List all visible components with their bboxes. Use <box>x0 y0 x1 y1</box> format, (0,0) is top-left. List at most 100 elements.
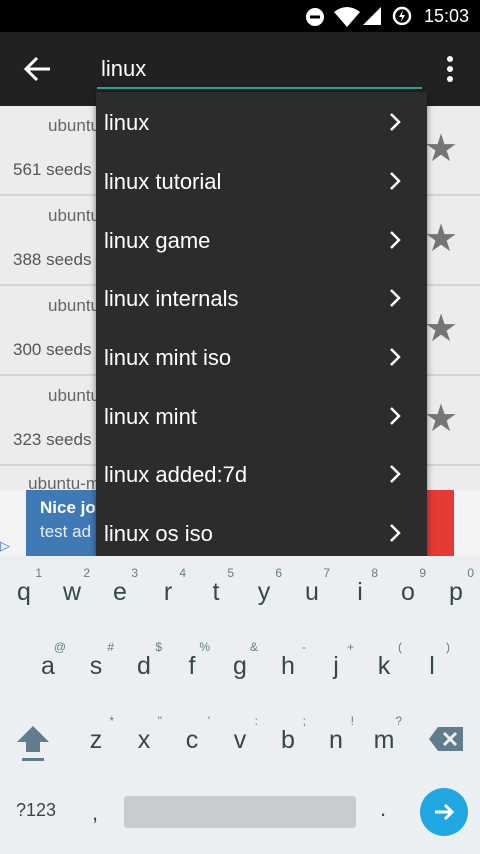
key-label: e <box>113 578 127 606</box>
key-p[interactable]: 0p <box>432 560 480 616</box>
key-s[interactable]: # s <box>72 634 120 690</box>
key-r[interactable]: 4r <box>144 560 192 616</box>
backspace-icon[interactable] <box>428 726 464 752</box>
adchoices-icon[interactable]: ▷ <box>0 538 10 554</box>
suggestion-item[interactable]: linux mint iso <box>96 329 427 387</box>
key-label: f <box>188 652 196 680</box>
star-icon[interactable]: ★ <box>424 400 458 438</box>
star-icon[interactable]: ★ <box>424 130 458 168</box>
key-w[interactable]: 2w <box>48 560 96 616</box>
key-l[interactable]: ) l <box>408 634 456 690</box>
key-label: x <box>137 726 151 754</box>
chevron-right-icon <box>390 524 401 542</box>
suggestion-label: linux os iso <box>104 521 213 546</box>
symbols-key[interactable]: ?123 <box>16 800 56 821</box>
key-v[interactable]: :v <box>216 708 264 764</box>
key-c[interactable]: ' c <box>168 708 216 764</box>
space-bar[interactable] <box>124 796 356 828</box>
suggestion-label: linux mint iso <box>104 345 232 370</box>
torrent-name: ubuntu <box>48 206 100 225</box>
key-label: l <box>429 652 435 680</box>
torrent-name: ubuntu <box>48 386 100 405</box>
key-i[interactable]: 8i <box>336 560 384 616</box>
suggestion-item[interactable]: linux tutorial <box>96 153 427 211</box>
suggestion-label: linux internals <box>104 286 239 311</box>
key-z[interactable]: * z <box>72 708 120 764</box>
key-a[interactable]: @ a <box>24 634 72 690</box>
suggestion-item[interactable]: linux os iso <box>96 505 427 556</box>
suggestion-label: linux game <box>104 228 211 253</box>
status-time: 15:03 <box>423 6 469 26</box>
chevron-right-icon <box>390 289 401 307</box>
wifi-icon <box>334 7 360 27</box>
key-t[interactable]: 5t <box>192 560 240 616</box>
suggestion-label: linux mint <box>104 404 197 429</box>
do-not-disturb-icon <box>306 8 324 26</box>
status-bar: 15:03 <box>0 0 480 32</box>
search-underline <box>97 87 422 89</box>
key-label: r <box>163 578 173 606</box>
back-arrow-icon[interactable] <box>22 52 52 86</box>
torrent-name: ubuntu <box>48 296 100 315</box>
key-y[interactable]: 6y <box>240 560 288 616</box>
suggestion-item[interactable]: linux game <box>96 212 427 270</box>
key-h[interactable]: -h <box>264 634 312 690</box>
torrent-name: ubuntu <box>48 116 100 135</box>
key-label: i <box>357 578 363 606</box>
chevron-right-icon <box>390 407 401 425</box>
seed-count: 561 seeds <box>13 160 92 179</box>
suggestion-item[interactable]: linux mint <box>96 388 427 446</box>
period-key[interactable]: . <box>380 796 386 822</box>
arrow-right-icon <box>435 803 455 821</box>
chevron-right-icon <box>390 348 401 366</box>
enter-button[interactable] <box>420 788 468 836</box>
key-label: p <box>449 578 463 606</box>
ad-description: test ad <box>40 522 92 541</box>
chevron-right-icon <box>390 231 401 249</box>
seed-count: 388 seeds <box>13 250 92 269</box>
shift-icon[interactable] <box>16 724 50 764</box>
more-options-icon[interactable] <box>440 54 460 84</box>
comma-key[interactable]: , <box>92 800 98 826</box>
suggestion-item[interactable]: linux <box>96 94 427 152</box>
key-label: o <box>401 578 415 606</box>
suggestion-label: linux <box>104 110 150 135</box>
battery-saver-icon <box>392 6 412 26</box>
key-label: h <box>281 652 295 680</box>
key-label: t <box>212 578 220 606</box>
star-icon[interactable]: ★ <box>424 220 458 258</box>
key-x[interactable]: " x <box>120 708 168 764</box>
key-label: d <box>137 652 151 680</box>
suggestions-dropdown: linux linux tutorial linux game linux in… <box>96 92 427 556</box>
key-label: m <box>373 726 395 754</box>
key-label: n <box>329 726 343 754</box>
key-d[interactable]: $ d <box>120 634 168 690</box>
key-label: g <box>233 652 247 680</box>
suggestion-item[interactable]: linux added:7d <box>96 446 427 504</box>
soft-keyboard: 1q2w3e4r5t6y7u8i9o0p @ a # s $ d% f & g - h + j(k) l … <box>0 556 480 854</box>
suggestion-item[interactable]: linux internals <box>96 270 427 328</box>
key-q[interactable]: 1q <box>0 560 48 616</box>
key-k[interactable]: (k <box>360 634 408 690</box>
key-f[interactable]: % f <box>168 634 216 690</box>
suggestion-label: linux added:7d <box>104 462 248 487</box>
key-g[interactable]: & g <box>216 634 264 690</box>
search-input[interactable]: linux <box>101 56 146 82</box>
key-n[interactable]: ! n <box>312 708 360 764</box>
signal-icon <box>363 7 381 25</box>
suggestion-label: linux tutorial <box>104 169 222 194</box>
key-label: v <box>233 726 247 754</box>
key-m[interactable]: ? m <box>360 708 408 764</box>
key-e[interactable]: 3e <box>96 560 144 616</box>
key-label: j <box>333 652 339 680</box>
key-b[interactable]: ; b <box>264 708 312 764</box>
key-label: z <box>89 726 103 754</box>
star-icon[interactable]: ★ <box>424 310 458 348</box>
key-label: s <box>89 652 103 680</box>
key-o[interactable]: 9o <box>384 560 432 616</box>
key-label: w <box>62 578 82 606</box>
key-j[interactable]: + j <box>312 634 360 690</box>
key-label: q <box>17 578 31 606</box>
seed-count: 300 seeds <box>13 340 92 359</box>
key-u[interactable]: 7u <box>288 560 336 616</box>
